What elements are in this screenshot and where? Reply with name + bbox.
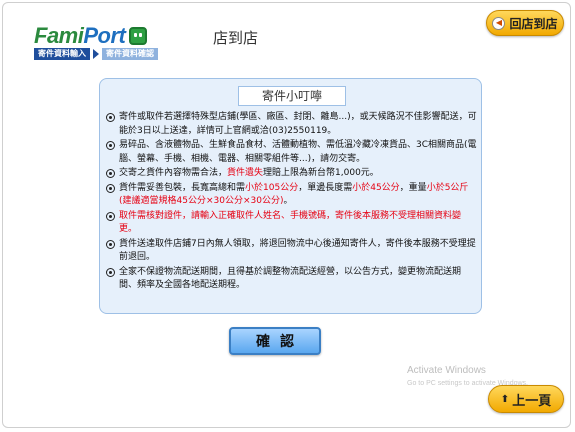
bullet-icon (106, 239, 115, 249)
notice-item: 易碎品、含液體物品、生鮮食品食材、活體動植物、需低溫冷藏冷凍貨品、3C相關商品(… (106, 139, 478, 166)
notice-panel: 寄件小叮嚀 寄件或取件若選擇特殊型店鋪(學區、廠區、封閉、離島...)，或天候路… (99, 78, 482, 314)
notice-title: 寄件小叮嚀 (238, 86, 346, 106)
up-arrow-icon: ⬆ (500, 393, 510, 405)
notice-item: 取件需核對證件，請輸入正確取件人姓名、手機號碼，寄件後本服務不受理相關資料變更。 (106, 210, 478, 237)
back-to-store-button[interactable]: ◀ 回店到店 (486, 10, 564, 36)
smiley-icon (129, 27, 148, 45)
previous-page-button[interactable]: ⬆ 上一頁 (488, 385, 564, 413)
notice-item: 寄件或取件若選擇特殊型店鋪(學區、廠區、封閉、離島...)，或天候路況不佳影響配… (106, 111, 478, 138)
breadcrumb-step-input: 寄件資料輸入 (34, 48, 90, 60)
confirm-button[interactable]: 確認 (229, 327, 321, 355)
previous-page-label: 上一頁 (512, 393, 552, 409)
famiport-logo: FamiPort (34, 23, 148, 48)
notice-list: 寄件或取件若選擇特殊型店鋪(學區、廠區、封閉、離島...)，或天候路況不佳影響配… (106, 111, 478, 294)
breadcrumb-step-confirm: 寄件資料確認 (102, 48, 158, 60)
bullet-icon (106, 267, 115, 277)
back-arrow-icon: ◀ (492, 16, 506, 30)
notice-item: 全家不保證物流配送期間，且得基於調整物流配送經營，以公告方式，變更物流配送期間、… (106, 266, 478, 293)
bullet-icon (106, 169, 115, 178)
bullet-icon (106, 113, 115, 122)
logo-text: FamiPort (34, 23, 126, 48)
activate-windows-title: Activate Windows (407, 365, 486, 376)
breadcrumb-arrow-icon (93, 49, 99, 59)
bullet-icon (106, 183, 115, 193)
breadcrumb: 寄件資料輸入 寄件資料確認 (34, 48, 158, 60)
notice-item: 交寄之貨件內容物需合法，貨件遺失理賠上限為新台幣1,000元。 (106, 167, 478, 181)
bullet-icon (106, 141, 115, 150)
page-title: 店到店 (213, 29, 259, 47)
notice-item: 貨件送達取件店鋪7日內無人領取，將退回物流中心後通知寄件人，寄件後本服務不受理提… (106, 238, 478, 265)
bullet-icon (106, 211, 115, 221)
notice-item: 貨件需妥善包裝，長寬高總和需小於105公分，單邊長度需小於45公分，重量小於5公… (106, 182, 478, 209)
back-to-store-label: 回店到店 (509, 16, 558, 31)
